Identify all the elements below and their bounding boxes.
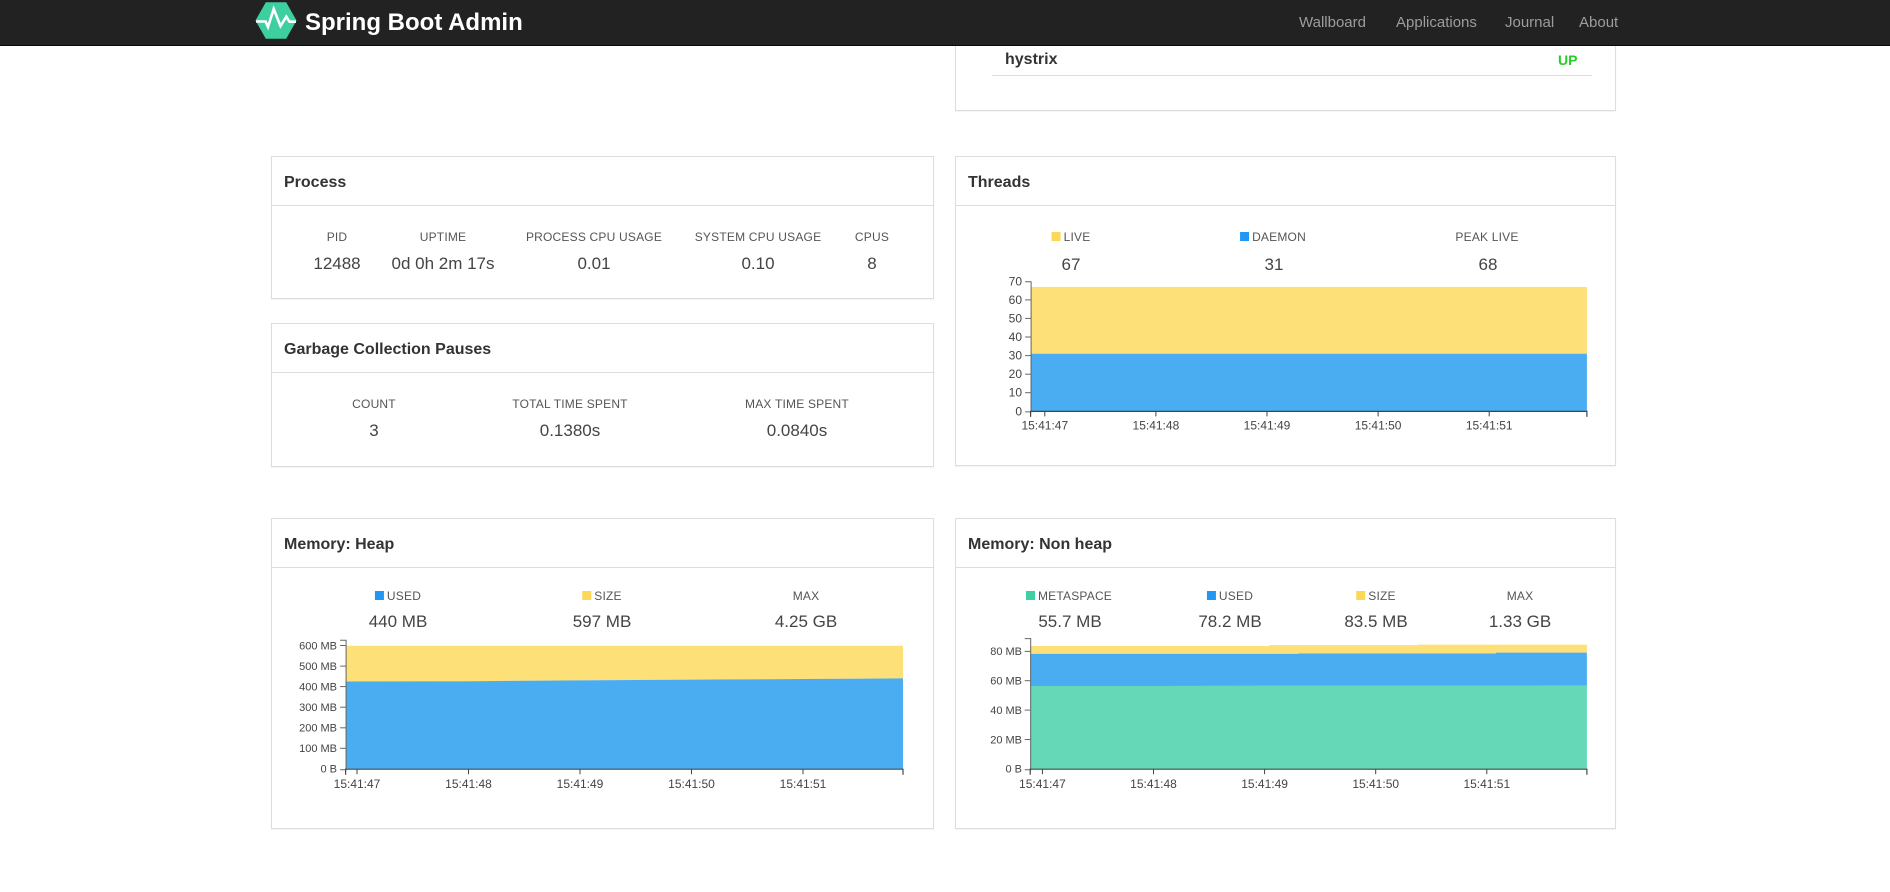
svg-text:400 MB: 400 MB xyxy=(299,681,337,693)
svg-text:500 MB: 500 MB xyxy=(299,661,337,673)
svg-text:60: 60 xyxy=(1009,293,1023,307)
svg-text:100 MB: 100 MB xyxy=(299,743,337,755)
svg-text:0 B: 0 B xyxy=(320,764,337,776)
svg-text:40 MB: 40 MB xyxy=(990,705,1022,717)
svg-text:15:41:47: 15:41:47 xyxy=(1019,777,1066,791)
svg-text:10: 10 xyxy=(1009,386,1023,400)
svg-text:15:41:48: 15:41:48 xyxy=(1130,777,1177,791)
svg-text:15:41:51: 15:41:51 xyxy=(1466,418,1513,432)
svg-text:0: 0 xyxy=(1015,404,1022,418)
svg-text:15:41:50: 15:41:50 xyxy=(1355,418,1402,432)
svg-text:50: 50 xyxy=(1009,311,1023,325)
svg-text:20: 20 xyxy=(1009,367,1023,381)
svg-text:40: 40 xyxy=(1009,330,1023,344)
svg-text:20 MB: 20 MB xyxy=(990,734,1022,746)
svg-text:15:41:49: 15:41:49 xyxy=(557,777,604,791)
svg-text:15:41:47: 15:41:47 xyxy=(334,777,381,791)
svg-text:70: 70 xyxy=(1009,274,1023,288)
svg-text:15:41:50: 15:41:50 xyxy=(668,777,715,791)
svg-text:15:41:48: 15:41:48 xyxy=(1133,418,1180,432)
svg-text:15:41:51: 15:41:51 xyxy=(1463,777,1510,791)
svg-text:15:41:50: 15:41:50 xyxy=(1352,777,1399,791)
svg-text:15:41:48: 15:41:48 xyxy=(445,777,492,791)
svg-text:300 MB: 300 MB xyxy=(299,702,337,714)
svg-text:15:41:49: 15:41:49 xyxy=(1244,418,1291,432)
svg-text:15:41:49: 15:41:49 xyxy=(1241,777,1288,791)
svg-text:15:41:47: 15:41:47 xyxy=(1021,418,1068,432)
svg-text:200 MB: 200 MB xyxy=(299,723,337,735)
svg-text:0 B: 0 B xyxy=(1005,764,1022,776)
svg-text:15:41:51: 15:41:51 xyxy=(780,777,827,791)
svg-text:600 MB: 600 MB xyxy=(299,640,337,652)
svg-text:80 MB: 80 MB xyxy=(990,646,1022,658)
svg-text:60 MB: 60 MB xyxy=(990,676,1022,688)
svg-text:30: 30 xyxy=(1009,349,1023,363)
